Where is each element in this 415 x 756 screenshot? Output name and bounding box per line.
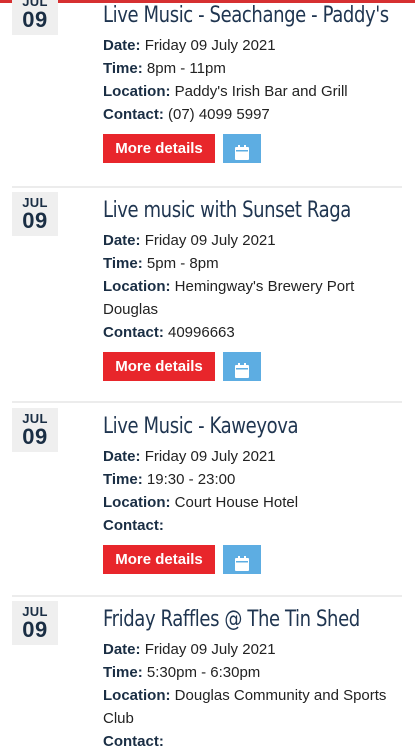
time-value: 8pm - 11pm [146,60,226,77]
location-value: Paddy's Irish Bar and Grill [174,83,348,100]
time-label: Time: [103,664,143,681]
date-badge: JUL 09 [12,192,58,236]
event-time-row: Time: 5pm - 8pm [103,252,403,275]
event-title[interactable]: Live Music - Seachange - Paddy's [103,2,389,30]
event-divider [12,595,402,597]
contact-label: Contact: [103,106,164,123]
contact-value: (07) 4099 5997 [168,106,270,123]
event-date-row: Date: Friday 09 July 2021 [103,34,403,57]
more-details-button[interactable]: More details [103,134,215,163]
date-label: Date: [103,448,141,465]
location-label: Location: [103,494,171,511]
time-value: 5pm - 8pm [146,255,219,272]
calendar-icon [235,144,249,160]
time-value: 5:30pm - 6:30pm [146,664,261,681]
time-label: Time: [103,471,143,488]
event-divider [12,186,402,188]
event-contact-row: Contact: [103,514,403,537]
event-divider [12,401,402,403]
date-value: Friday 09 July 2021 [144,37,276,54]
date-badge: JUL 09 [12,0,58,35]
date-value: Friday 09 July 2021 [144,232,276,249]
event-contact-row: Contact: 40996663 [103,321,403,344]
date-label: Date: [103,37,141,54]
event-contact-row: Contact: [103,730,403,753]
location-label: Location: [103,687,171,704]
time-value: 19:30 - 23:00 [146,471,236,488]
event-actions: More details [103,545,403,574]
event-actions: More details [103,134,403,163]
date-badge-day: 09 [22,424,48,449]
event-location-row: Location: Court House Hotel [103,491,403,514]
event-content: Friday Raffles @ The Tin Shed Date: Frid… [103,606,403,753]
calendar-icon [235,555,249,571]
event-title[interactable]: Friday Raffles @ The Tin Shed [103,606,360,634]
calendar-icon [235,362,249,378]
date-badge: JUL 09 [12,408,58,452]
date-badge-day: 09 [22,7,48,32]
date-label: Date: [103,641,141,658]
event-content: Live Music - Seachange - Paddy's Date: F… [103,2,403,163]
event-date-row: Date: Friday 09 July 2021 [103,229,403,252]
contact-label: Contact: [103,517,164,534]
date-badge: JUL 09 [12,601,58,645]
event-location-row: Location: Hemingway's Brewery Port Dougl… [103,275,403,321]
date-value: Friday 09 July 2021 [144,448,276,465]
location-label: Location: [103,278,171,295]
add-to-calendar-button[interactable] [223,134,261,163]
event-title[interactable]: Live Music - Kaweyova [103,413,349,441]
event-contact-row: Contact: (07) 4099 5997 [103,103,403,126]
location-value: Court House Hotel [174,494,299,511]
contact-label: Contact: [103,733,164,750]
time-label: Time: [103,60,143,77]
date-label: Date: [103,232,141,249]
event-title[interactable]: Live music with Sunset Raga [103,197,351,225]
event-date-row: Date: Friday 09 July 2021 [103,638,403,661]
event-content: Live music with Sunset Raga Date: Friday… [103,197,403,381]
date-value: Friday 09 July 2021 [144,641,276,658]
event-time-row: Time: 8pm - 11pm [103,57,403,80]
event-time-row: Time: 5:30pm - 6:30pm [103,661,403,684]
add-to-calendar-button[interactable] [223,352,261,381]
event-location-row: Location: Paddy's Irish Bar and Grill [103,80,403,103]
contact-value: 40996663 [168,324,235,341]
location-label: Location: [103,83,171,100]
more-details-button[interactable]: More details [103,545,215,574]
date-badge-day: 09 [22,617,48,642]
add-to-calendar-button[interactable] [223,545,261,574]
event-content: Live Music - Kaweyova Date: Friday 09 Ju… [103,413,403,574]
event-actions: More details [103,352,403,381]
contact-label: Contact: [103,324,164,341]
time-label: Time: [103,255,143,272]
event-time-row: Time: 19:30 - 23:00 [103,468,403,491]
event-location-row: Location: Douglas Community and Sports C… [103,684,403,730]
date-badge-day: 09 [22,208,48,233]
more-details-button[interactable]: More details [103,352,215,381]
event-date-row: Date: Friday 09 July 2021 [103,445,403,468]
